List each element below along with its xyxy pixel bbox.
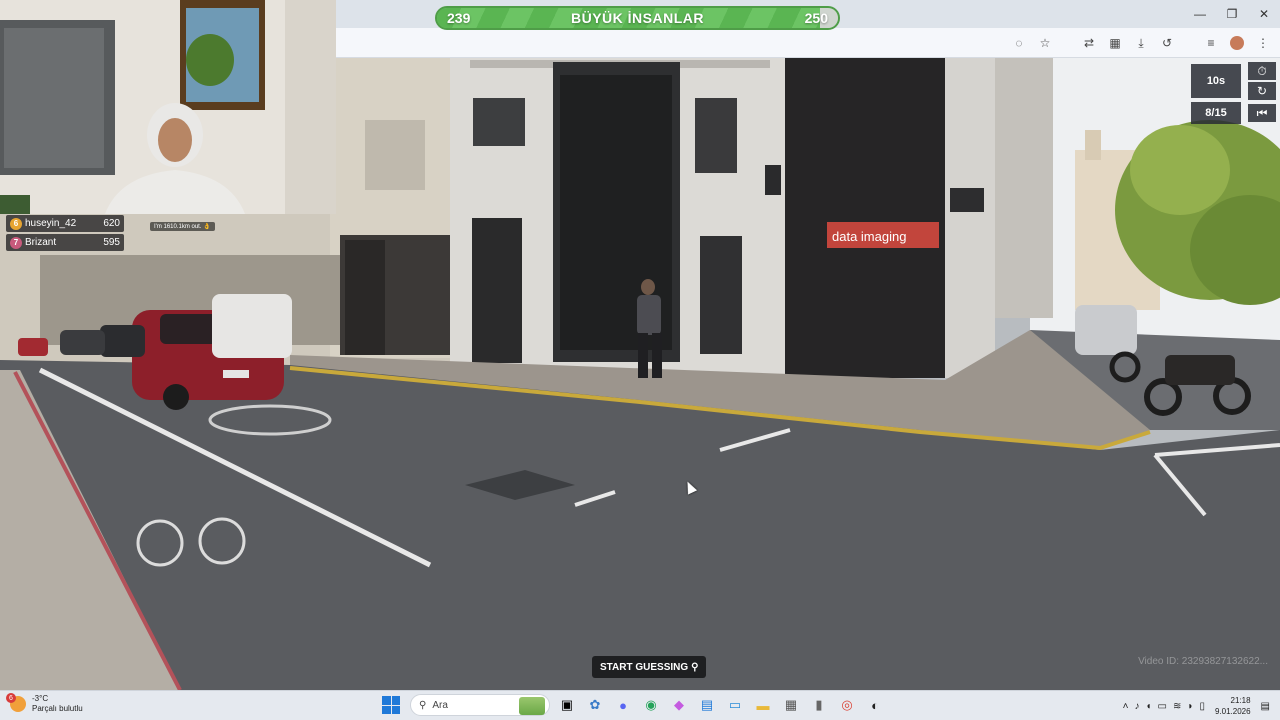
file-explorer-icon[interactable]: ▬ — [752, 694, 774, 716]
wifi-icon[interactable]: ≋ — [1173, 701, 1181, 712]
player-score: 595 — [103, 237, 120, 248]
community-goal-bar: 239 BÜYÜK İNSANLAR 250 — [435, 6, 840, 30]
video-id-text: Video ID: 23293827132622... — [1138, 656, 1268, 667]
system-clock[interactable]: 21:18 9.01.2026 — [1215, 695, 1251, 717]
webcam-overlay — [0, 0, 336, 214]
settings-app-icon[interactable]: ✿ — [584, 694, 606, 716]
leaderboard: 6 huseyin_42 620 7 Brizant 595 — [6, 215, 124, 253]
browser-toolbar-icons: ◌ ☆ ⇄ ▦ ⤓ ↺ ≡ ⋮ — [1008, 32, 1274, 54]
clock-date: 9.01.2026 — [1214, 707, 1251, 716]
screen: — ❐ ✕ ◌ ☆ ⇄ ▦ ⤓ ↺ ≡ ⋮ data imaging 239 B… — [0, 0, 1280, 720]
timer-display: 10s — [1191, 64, 1241, 98]
player-name: huseyin_42 — [25, 218, 77, 229]
search-icon: ⚲ — [419, 699, 427, 711]
weather-widget[interactable]: 6 -3°C Parçalı bulutlu — [6, 693, 83, 714]
chevron-up-icon[interactable]: ˄ — [1123, 701, 1129, 712]
menu-icon[interactable]: ⋮ — [1252, 32, 1274, 54]
chrome-icon[interactable]: ◎ — [836, 694, 858, 716]
microphone-icon[interactable]: ♪ — [1135, 701, 1140, 712]
history-icon[interactable]: ↺ — [1156, 32, 1178, 54]
webcam-feed — [0, 0, 336, 214]
clock-time: 21:18 — [1230, 696, 1251, 705]
mouse-app-icon[interactable]: ▮ — [808, 694, 830, 716]
start-guessing-label: START GUESSING — [600, 661, 689, 673]
leaderboard-row: 7 Brizant 595 — [6, 234, 124, 251]
refresh-icon[interactable]: ↻ — [1248, 82, 1276, 100]
rank-badge: 6 — [10, 217, 22, 230]
close-button[interactable]: ✕ — [1248, 0, 1280, 28]
notification-icon[interactable]: ▤ — [1261, 701, 1270, 712]
task-view-icon[interactable]: ▣ — [556, 694, 578, 716]
power-icon[interactable]: ▯ — [1199, 701, 1205, 712]
map-pin-icon: ⚲ — [691, 661, 699, 673]
toolbar-spacer — [1182, 32, 1196, 54]
taskbar: 6 -3°C Parçalı bulutlu ⚲ Ara ▣ ✿ ● ◉ ◆ ▤… — [0, 690, 1280, 720]
copilot-icon[interactable]: ◆ — [668, 694, 690, 716]
start-guessing-button[interactable]: START GUESSING ⚲ — [592, 656, 707, 678]
taskbar-apps: ⚲ Ara ▣ ✿ ● ◉ ◆ ▤ ▭ ▬ ▦ ▮ ◎ ◐ — [378, 694, 886, 716]
download-icon[interactable]: ⤓ — [1130, 32, 1152, 54]
taskbar-search[interactable]: ⚲ Ara — [410, 694, 550, 716]
store-icon[interactable]: ▤ — [696, 694, 718, 716]
battery-icon[interactable]: ▭ — [1158, 701, 1167, 712]
progress-title: BÜYÜK İNSANLAR — [571, 10, 704, 26]
temperature: -3°C — [32, 694, 49, 703]
search-placeholder: Ara — [432, 699, 448, 711]
audio-icon[interactable]: ◖ — [1146, 701, 1152, 712]
star-icon[interactable]: ☆ — [1034, 32, 1056, 54]
calculator-icon[interactable]: ▦ — [780, 694, 802, 716]
photos-icon[interactable]: ▭ — [724, 694, 746, 716]
toolbar-spacer — [1060, 32, 1074, 54]
skip-back-icon[interactable]: ⏮ — [1248, 104, 1276, 122]
eye-off-icon[interactable]: ◌ — [1008, 32, 1030, 54]
minimize-button[interactable]: — — [1184, 0, 1216, 28]
storefront-sign: data imaging — [832, 229, 906, 244]
player-name: Brizant — [25, 237, 57, 248]
discord-icon[interactable]: ● — [612, 694, 634, 716]
translate-icon[interactable]: ⇄ — [1078, 32, 1100, 54]
player-score: 620 — [103, 218, 120, 229]
media-icon[interactable]: ≡ — [1200, 32, 1222, 54]
window-controls: — ❐ ✕ — [1184, 0, 1280, 28]
weather-description: Parçalı bulutlu — [32, 704, 83, 713]
progress-target: 250 — [804, 10, 828, 26]
rank-badge: 7 — [10, 236, 22, 249]
windows-start-icon[interactable] — [382, 696, 400, 714]
leaderboard-row: 6 huseyin_42 620 — [6, 215, 124, 232]
clock-icon[interactable]: ⏱ — [1248, 62, 1276, 80]
round-counter: 8/15 — [1191, 102, 1241, 124]
profile-icon[interactable] — [1230, 36, 1244, 50]
speaker-icon[interactable]: ◗ — [1187, 701, 1193, 712]
search-highlight-icon — [519, 697, 545, 715]
extensions-icon[interactable]: ▦ — [1104, 32, 1126, 54]
webcam-caption: I'm 1610.1km out. 👌 — [150, 222, 215, 231]
system-tray: ˄ ♪ ◖ ▭ ≋ ◗ ▯ 21:18 9.01.2026 ▤ — [1123, 695, 1270, 717]
notification-badge: 6 — [6, 693, 16, 703]
whatsapp-icon[interactable]: ◉ — [640, 694, 662, 716]
weather-icon: 6 — [6, 693, 26, 712]
obs-icon[interactable]: ◐ — [864, 694, 886, 716]
progress-current: 239 — [447, 10, 471, 26]
maximize-button[interactable]: ❐ — [1216, 0, 1248, 28]
